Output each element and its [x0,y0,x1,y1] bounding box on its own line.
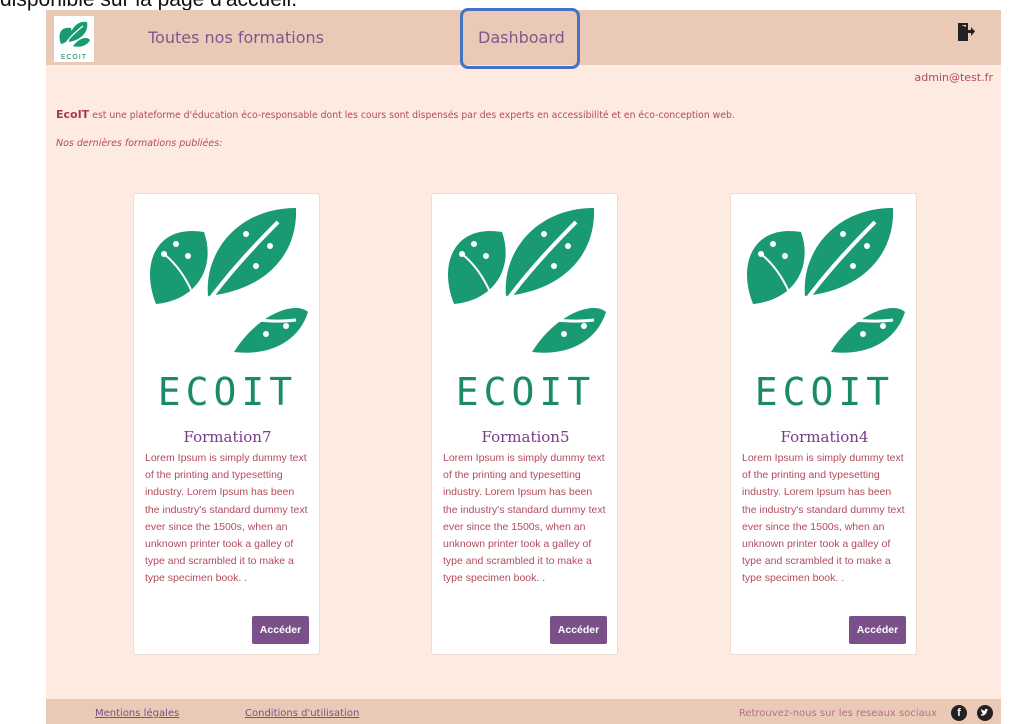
intro-brand: EcoIT [56,108,90,121]
app-page: ECOIT Toutes nos formations Dashboard ad… [46,8,1001,724]
site-logo[interactable]: ECOIT [54,16,94,62]
card-logo-text: ECOIT [754,370,895,414]
user-email: admin@test.fr [914,71,993,84]
course-card: ECOIT Formation7 Lorem Ipsum is simply d… [133,193,320,655]
nav-link-formations[interactable]: Toutes nos formations [148,28,324,47]
social-text: Retrouvez-nous sur les reseaux sociaux [738,708,937,719]
leaf-logo-icon [448,208,606,354]
access-button[interactable]: Accéder [550,616,607,644]
section-subtitle: Nos dernières formations publiées: [56,138,223,149]
nav-link-dashboard[interactable]: Dashboard [478,28,565,47]
twitter-icon[interactable] [977,705,993,721]
footer-link-conditions[interactable]: Conditions d'utilisation [245,708,359,719]
card-title: Formation5 [481,428,570,446]
card-title: Formation4 [780,428,869,446]
leaf-logo-icon [747,208,905,354]
footer-link-mentions[interactable]: Mentions légales [95,708,179,719]
logo-text: ECOIT [60,53,88,61]
card-description: Lorem Ipsum is simply dummy text of the … [145,452,308,585]
logout-icon[interactable] [957,22,975,47]
intro-body: est une plateforme d'éducation éco-respo… [89,110,735,121]
navbar: ECOIT Toutes nos formations Dashboard [46,8,1001,69]
course-card: ECOIT Formation4 Lorem Ipsum is simply d… [730,193,917,655]
access-button[interactable]: Accéder [252,616,309,644]
leaf-logo-icon [150,208,308,354]
footer: Mentions légales Conditions d'utilisatio… [46,699,1001,724]
card-logo-text: ECOIT [455,370,596,414]
leaf-logo-icon [59,21,90,49]
card-title: Formation7 [183,428,272,446]
access-button[interactable]: Accéder [849,616,906,644]
card-logo-text: ECOIT [157,370,298,414]
card-description: Lorem Ipsum is simply dummy text of the … [742,452,905,585]
intro-text: EcoIT est une plateforme d'éducation éco… [56,108,735,121]
course-card: ECOIT Formation5 Lorem Ipsum is simply d… [431,193,618,655]
facebook-icon[interactable]: f [951,705,967,721]
card-description: Lorem Ipsum is simply dummy text of the … [443,452,606,585]
